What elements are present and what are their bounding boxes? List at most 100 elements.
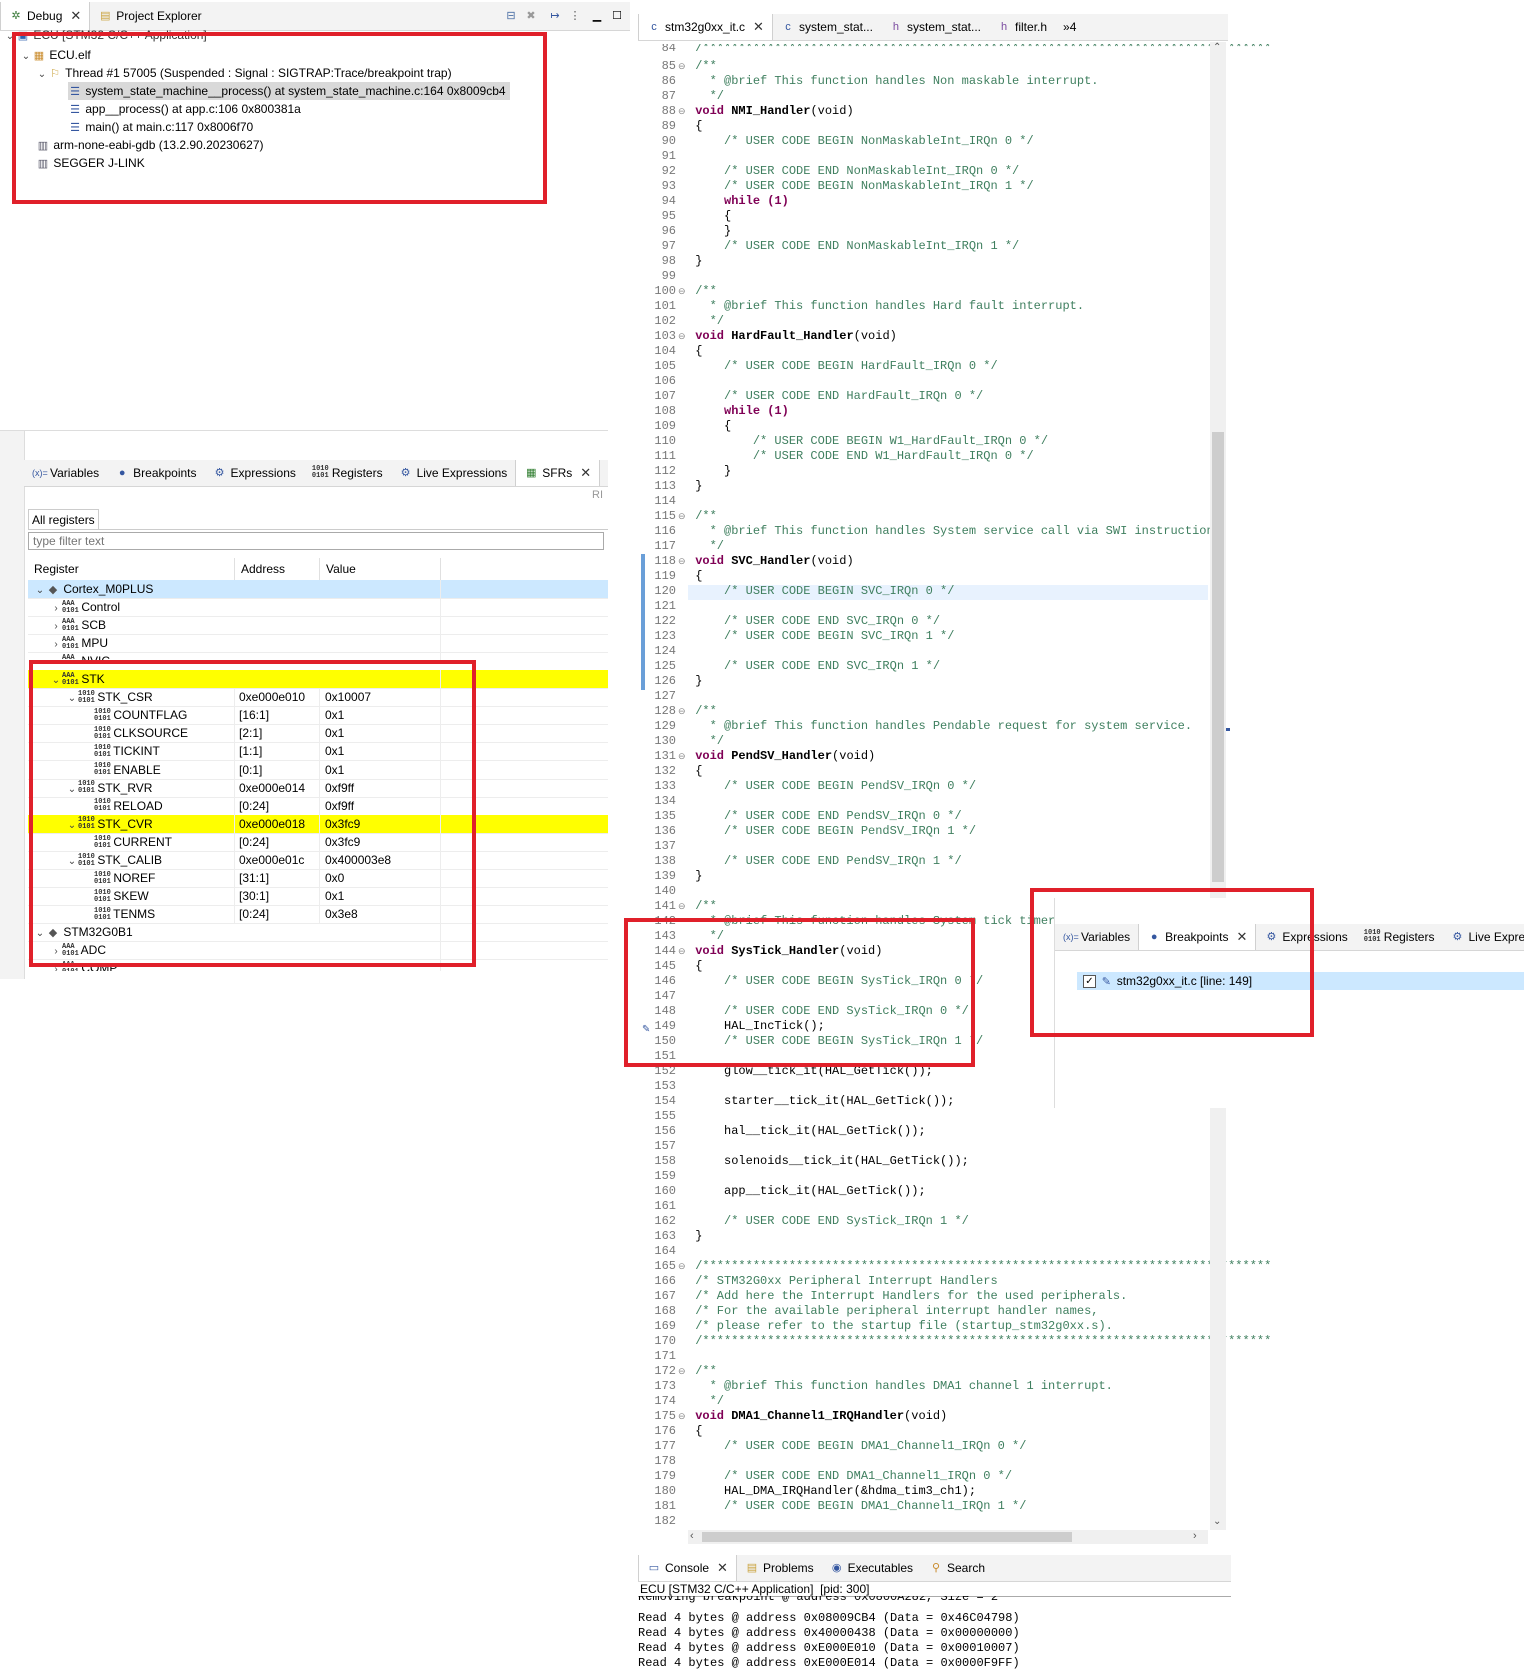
elf-item[interactable]: ⌄ ▦ ECU.elf (20, 46, 91, 64)
all-registers-tab[interactable]: All registers (28, 509, 99, 530)
table-row[interactable]: 1010 0101 NOREF [31:1] 0x0 (28, 868, 608, 888)
table-row[interactable]: 1010 0101 TICKINT [1:1] 0x1 (28, 742, 608, 762)
table-row[interactable]: ⌄ 1010 0101 STK_CVR 0xe000e018 0x3fc9 (28, 814, 608, 834)
fold-icon[interactable]: ⊖ (678, 1410, 688, 1424)
editor-hscrollbar[interactable]: ‹ › (688, 1530, 1208, 1544)
fold-icon[interactable]: ⊖ (678, 555, 688, 569)
tab-problems-label: Problems (762, 1561, 814, 1575)
remove-terminated-icon[interactable]: ✖ (524, 9, 538, 23)
stack-frame[interactable]: ☰ app__process() at app.c:106 0x800381a (68, 100, 301, 118)
tab-variables[interactable]: (x)= Variables (24, 460, 107, 486)
fold-icon[interactable]: ⊖ (678, 1365, 688, 1379)
scroll-right-icon[interactable]: › (1193, 1530, 1197, 1542)
expressions-icon: ⚙ (214, 467, 225, 479)
view-menu-icon[interactable]: ⋮ (568, 9, 582, 23)
scroll-left-icon[interactable]: ‹ (690, 1530, 694, 1542)
tab-expressions[interactable]: ⚙ Expressions (205, 460, 304, 486)
fold-icon[interactable]: ⊖ (678, 285, 688, 299)
tab-live-expressions[interactable]: ⚙ Live Expressions (1442, 924, 1524, 950)
close-icon[interactable]: ✕ (1237, 929, 1248, 945)
tab-system-state-h[interactable]: h system_stat... (881, 14, 989, 40)
table-row[interactable]: ›AAA0101 COMP (28, 959, 608, 972)
column-header-address[interactable]: Address (234, 558, 285, 580)
tab-registers[interactable]: 1010 0101 Registers (304, 460, 391, 486)
tab-system-state-c[interactable]: c system_stat... (773, 14, 881, 40)
step-into-icon[interactable]: ↦ (548, 9, 562, 23)
launch-item[interactable]: ⌄ ▣ ECU [STM32 C/C++ Application] (4, 28, 207, 42)
breakpoint-marker-icon[interactable]: ✎ (642, 1024, 652, 1035)
tab-executables[interactable]: ◉ Executables (822, 1555, 921, 1581)
tab-debug[interactable]: ✲ Debug ✕ (0, 2, 91, 30)
table-row[interactable]: 1010 0101 RELOAD [0:24] 0xf9ff (28, 796, 608, 816)
table-row[interactable]: › AAA 0101 SCB (28, 616, 608, 636)
jlink-item[interactable]: ▥ SEGGER J-LINK (36, 154, 145, 172)
tab-registers[interactable]: 1010 0101 Registers (1356, 924, 1443, 950)
line-number: 131 (654, 749, 676, 763)
collapse-all-icon[interactable]: ⊟ (504, 9, 518, 23)
fold-icon[interactable]: ⊖ (678, 945, 688, 959)
gdb-item[interactable]: ▥ arm-none-eabi-gdb (13.2.90.20230627) (36, 136, 264, 154)
table-row[interactable]: › AAA 0101 MPU (28, 634, 608, 654)
tab-variables[interactable]: (x)= Variables (1055, 924, 1138, 950)
table-row[interactable]: ⌄ AAA 0101 STK (28, 670, 608, 690)
close-icon[interactable]: ✕ (717, 1560, 728, 1576)
tab-project-explorer[interactable]: ▤ Project Explorer (90, 2, 209, 30)
table-row[interactable]: 1010 0101 TENMS [0:24] 0x3e8 (28, 904, 608, 924)
editor-vscrollbar[interactable]: ⌃ ⌄ (1210, 42, 1226, 1530)
chevron-right-icon[interactable]: › (50, 961, 62, 971)
scroll-down-icon[interactable]: ⌄ (1213, 1516, 1221, 1527)
table-row[interactable]: ⌄ 1010 0101 STK_CSR 0xe000e010 0x10007 (28, 688, 608, 708)
table-row[interactable]: 1010 0101 SKEW [30:1] 0x1 (28, 886, 608, 906)
table-row[interactable]: ⌄ 1010 0101 STK_RVR 0xe000e014 0xf9ff (28, 778, 608, 798)
stack-frame[interactable]: ☰ main() at main.c:117 0x8006f70 (68, 118, 253, 136)
table-row[interactable]: › AAA 0101 Control (28, 598, 608, 618)
close-icon[interactable]: ✕ (580, 465, 591, 481)
table-row[interactable]: 1010 0101 CURRENT [0:24] 0x3fc9 (28, 832, 608, 852)
line-number: 108 (654, 404, 676, 418)
minimize-icon[interactable]: ▁ (590, 9, 604, 23)
editor-vscroll-thumb[interactable] (1212, 432, 1224, 882)
table-row[interactable]: 1010 0101 CLKSOURCE [2:1] 0x1 (28, 724, 608, 744)
editor-hscroll-thumb[interactable] (702, 1532, 1072, 1542)
maximize-icon[interactable]: ☐ (610, 9, 624, 23)
table-row[interactable]: 1010 0101 COUNTFLAG [16:1] 0x1 (28, 706, 608, 726)
fold-icon[interactable]: ⊖ (678, 1260, 688, 1274)
line-number: 121 (654, 599, 676, 613)
tab-sfrs[interactable]: ▦ SFRs ✕ (515, 460, 601, 486)
scroll-up-icon[interactable]: ⌃ (1213, 42, 1221, 53)
fold-icon[interactable]: ⊖ (678, 705, 688, 719)
close-icon[interactable]: ✕ (753, 19, 764, 35)
table-row[interactable]: ⌄ 1010 0101 STK_CALIB 0xe000e01c 0x400003e8 (28, 850, 608, 870)
tab-search[interactable]: ⚲ Search (921, 1555, 993, 1581)
stack-frame-selected[interactable]: ☰ system_state_machine__process() at sys… (68, 82, 510, 100)
code-line: 111 /* USER CODE END W1_HardFault_IRQn 0… (640, 449, 1033, 463)
tab-filter-h[interactable]: h filter.h (989, 14, 1055, 40)
fold-icon[interactable]: ⊖ (678, 330, 688, 344)
filter-input[interactable] (28, 532, 604, 550)
checkbox-checked-icon[interactable]: ✓ (1083, 975, 1096, 989)
chevron-right-icon[interactable]: › (50, 654, 62, 664)
tab-problems[interactable]: ▤ Problems (737, 1555, 822, 1581)
tab-stm32g0xx-it[interactable]: c stm32g0xx_it.c ✕ (638, 14, 773, 40)
tab-console[interactable]: ▭ Console ✕ (638, 1555, 737, 1581)
fold-icon[interactable]: ⊖ (678, 60, 688, 74)
table-row[interactable]: ⌄ ◆ STM32G0B1 (28, 922, 608, 942)
tab-breakpoints[interactable]: ● Breakpoints ✕ (1138, 924, 1257, 950)
tab-expressions[interactable]: ⚙ Expressions (1256, 924, 1355, 950)
fold-icon[interactable]: ⊖ (678, 750, 688, 764)
tab-live-expressions[interactable]: ⚙ Live Expressions (391, 460, 516, 486)
column-header-value[interactable]: Value (319, 558, 356, 580)
breakpoint-item[interactable]: ✓ ✎ stm32g0xx_it.c [line: 149] (1077, 972, 1524, 990)
fold-icon[interactable]: ⊖ (678, 900, 688, 914)
tab-breakpoints[interactable]: ● Breakpoints (107, 460, 204, 486)
table-row[interactable]: › AAA 0101 ADC (28, 941, 608, 960)
fold-icon[interactable]: ⊖ (678, 105, 688, 119)
table-row[interactable]: 1010 0101 ENABLE [0:1] 0x1 (28, 760, 608, 780)
fold-icon[interactable]: ⊖ (678, 510, 688, 524)
close-icon[interactable]: ✕ (70, 8, 81, 24)
thread-item[interactable]: ⌄ ⚐ Thread #1 57005 (Suspended : Signal :… (36, 64, 452, 82)
table-row[interactable]: ⌄ ◆ Cortex_M0PLUS (28, 580, 608, 599)
tab-overflow[interactable]: »4 (1055, 14, 1084, 40)
column-header-register[interactable]: Register (34, 558, 79, 580)
table-row[interactable]: ›AAA0101 NVIC (28, 652, 608, 665)
